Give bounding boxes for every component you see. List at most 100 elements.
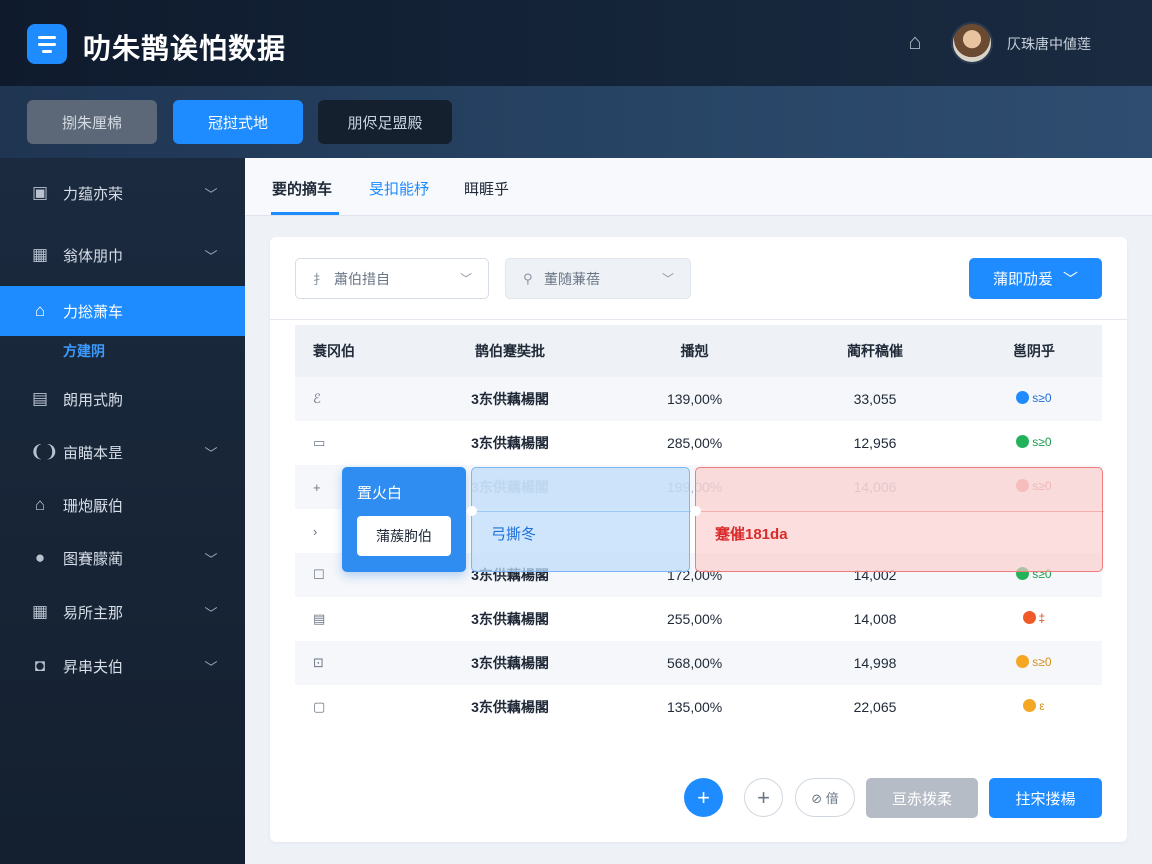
table-row[interactable]: ▢ 3东供藕楊閣 135,00% 22,065 ε <box>295 685 1102 729</box>
table-row[interactable]: ▭ 3东供藕楊閣 285,00% 12,956 s≥0 <box>295 421 1102 465</box>
sidebar-item-4[interactable]: ▤ 朗用式朐 <box>0 374 245 424</box>
table-row[interactable]: ⊡ 3东供藕楊閣 568,00% 14,998 s≥0 <box>295 641 1102 685</box>
drop-zone-highlight[interactable]: 弓撕冬 <box>467 467 691 572</box>
status-badge: s≥0 <box>1016 654 1052 669</box>
toolbar: 捌朱厘棉 冠挝式地 朋侭足盟殿 <box>0 86 1152 158</box>
popup-action-button[interactable]: 蒲蔟朐伯 <box>357 516 451 556</box>
chevron-down-icon: ﹀ <box>204 551 218 567</box>
sidebar-item-9[interactable]: ◘ 昇串夫伯 ﹀ <box>0 641 245 691</box>
row-number: 22,065 <box>853 699 897 715</box>
search-select[interactable]: ⚲ 董随蒹蓓 ﹀ <box>505 258 691 299</box>
notification-icon[interactable]: ⌂ <box>903 29 927 55</box>
row-name: 3东供藕楊閣 <box>415 641 605 685</box>
drag-handle[interactable] <box>467 506 477 516</box>
column-header[interactable]: 蓑冈伯 <box>295 325 415 377</box>
leaf-icon: ❨❩ <box>30 442 59 461</box>
table-row[interactable]: ▤ 3东供藕楊閣 255,00% 14,008 ‡ <box>295 597 1102 641</box>
row-name: 3东供藕楊閣 <box>415 377 605 421</box>
calendar-icon: ▦ <box>31 602 49 621</box>
user-name[interactable]: 仄珠唐中値莲 <box>1007 34 1091 54</box>
divider <box>270 319 1127 320</box>
row-number: 14,998 <box>784 641 966 685</box>
row-name: 3东供藕楊閣 <box>471 699 549 715</box>
tab-2[interactable]: 旻扣能杼 <box>369 178 429 199</box>
filter-select-1[interactable]: 扌 蕭伯措自 ﹀ <box>295 258 489 299</box>
user-avatar[interactable] <box>951 22 993 64</box>
column-header[interactable]: 播剋 <box>605 325 785 377</box>
chevron-down-icon: ﹀ <box>459 272 472 286</box>
user-icon: ● <box>34 548 46 567</box>
row-status: s≥0 <box>966 421 1102 465</box>
row-number: 33,055 <box>784 377 966 421</box>
primary-dropdown-button[interactable]: 蒲即劢爰 ﹀ <box>969 258 1102 299</box>
menu-logo-icon[interactable] <box>27 24 67 64</box>
sidebar-item-1[interactable]: ▣ 力蕴亦荣 ﹀ <box>0 168 245 218</box>
row-icon[interactable]: ▤ <box>295 597 415 641</box>
chevron-down-icon: ﹀ <box>661 272 674 286</box>
toolbar-button-1[interactable]: 捌朱厘棉 <box>27 100 157 144</box>
sidebar-item-6[interactable]: ⌂ 珊炮厭伯 <box>0 480 245 530</box>
drag-handle[interactable] <box>691 506 701 516</box>
search-icon: ⚲ <box>523 270 533 286</box>
grid-icon: ▦ <box>31 245 49 264</box>
row-percent: 285,00% <box>666 435 723 451</box>
status-text: s≥0 <box>1032 434 1052 449</box>
row-icon[interactable]: ⊡ <box>295 641 415 685</box>
sidebar: ▣ 力蕴亦荣 ﹀ ▦ 翁体朋巾 ﹀ ⌂ 力捴萧车 方建阴 ▤ 朗用式朐 ❨❩ 亩… <box>0 158 245 864</box>
sidebar-item-5[interactable]: ❨❩ 亩瞄本昰 ﹀ <box>0 427 245 477</box>
column-header[interactable]: 邕阴乎 <box>965 325 1102 377</box>
status-text: ‡ <box>1038 610 1046 625</box>
table-row[interactable]: ℰ 3东供藕楊閣 139,00% 33,055 s≥0 <box>295 377 1102 421</box>
tab-3[interactable]: 眲睚乎 <box>464 178 509 199</box>
context-popup: 置火白 蒲蔟朐伯 <box>342 467 466 572</box>
chevron-down-icon: ﹀ <box>204 248 218 264</box>
status-badge: s≥0 <box>1016 434 1052 449</box>
toolbar-button-3[interactable]: 朋侭足盟殿 <box>318 100 452 144</box>
row-icon[interactable]: ℰ <box>295 377 415 421</box>
active-tab-indicator <box>271 212 339 215</box>
app-title: 叻朱鹊诶怕数据 <box>83 33 287 64</box>
chevron-down-icon: ﹀ <box>204 445 218 461</box>
status-dot-icon <box>1023 699 1037 713</box>
sidebar-item-3[interactable]: ⌂ 力捴萧车 <box>0 286 245 336</box>
row-name: 3东供藕楊閣 <box>471 435 549 451</box>
row-status: s≥0 <box>965 641 1102 685</box>
row-status: ε <box>966 685 1102 729</box>
status-dot-icon <box>1016 655 1030 669</box>
sidebar-item-8[interactable]: ▦ 易所主那 ﹀ <box>0 587 245 637</box>
row-number: 12,956 <box>853 435 897 451</box>
status-badge: s≥0 <box>1016 390 1052 405</box>
row-status: s≥0 <box>965 377 1102 421</box>
row-status: ‡ <box>966 597 1102 641</box>
row-icon[interactable]: ▢ <box>295 685 415 729</box>
chevron-down-icon: ﹀ <box>204 605 218 621</box>
row-percent: 139,00% <box>605 377 785 421</box>
app-header: 叻朱鹊诶怕数据 ⌂ 仄珠唐中値莲 <box>0 0 1152 86</box>
folder-icon: ▤ <box>31 389 49 408</box>
sidebar-subitem[interactable]: 方建阴 <box>63 341 105 361</box>
add-button[interactable]: + <box>684 778 723 817</box>
row-icon[interactable]: ▭ <box>295 421 415 465</box>
divider <box>696 511 1104 512</box>
status-dot-icon <box>1016 391 1030 405</box>
status-text: s≥0 <box>1032 654 1052 669</box>
divider <box>472 511 691 512</box>
add-outline-button[interactable]: + <box>744 778 783 817</box>
error-highlight[interactable]: 蹇催181da <box>691 467 1104 572</box>
status-text: ε <box>1039 698 1045 713</box>
cancel-button[interactable]: 亘赤拨柔 <box>866 778 978 818</box>
submit-button[interactable]: 拄宋搂楊 <box>989 778 1102 818</box>
row-percent: 568,00% <box>605 641 785 685</box>
filter-pill[interactable]: ⊘ 偣 <box>795 778 855 817</box>
column-header[interactable]: 蔺秆稿催 <box>784 325 966 377</box>
tab-1[interactable]: 要的摘车 <box>272 178 332 199</box>
toolbar-button-2[interactable]: 冠挝式地 <box>173 100 303 144</box>
sidebar-item-7[interactable]: ● 图賽朦蔺 ﹀ <box>0 533 245 583</box>
status-badge: ε <box>1023 698 1045 713</box>
status-text: s≥0 <box>1032 390 1052 405</box>
sidebar-item-2[interactable]: ▦ 翁体朋巾 ﹀ <box>0 230 245 280</box>
column-header[interactable]: 鹊伯蹇奘批 <box>415 325 605 377</box>
row-percent: 255,00% <box>666 611 723 627</box>
error-label: 蹇催181da <box>715 526 788 543</box>
filter-prefix: 扌 <box>313 272 327 287</box>
